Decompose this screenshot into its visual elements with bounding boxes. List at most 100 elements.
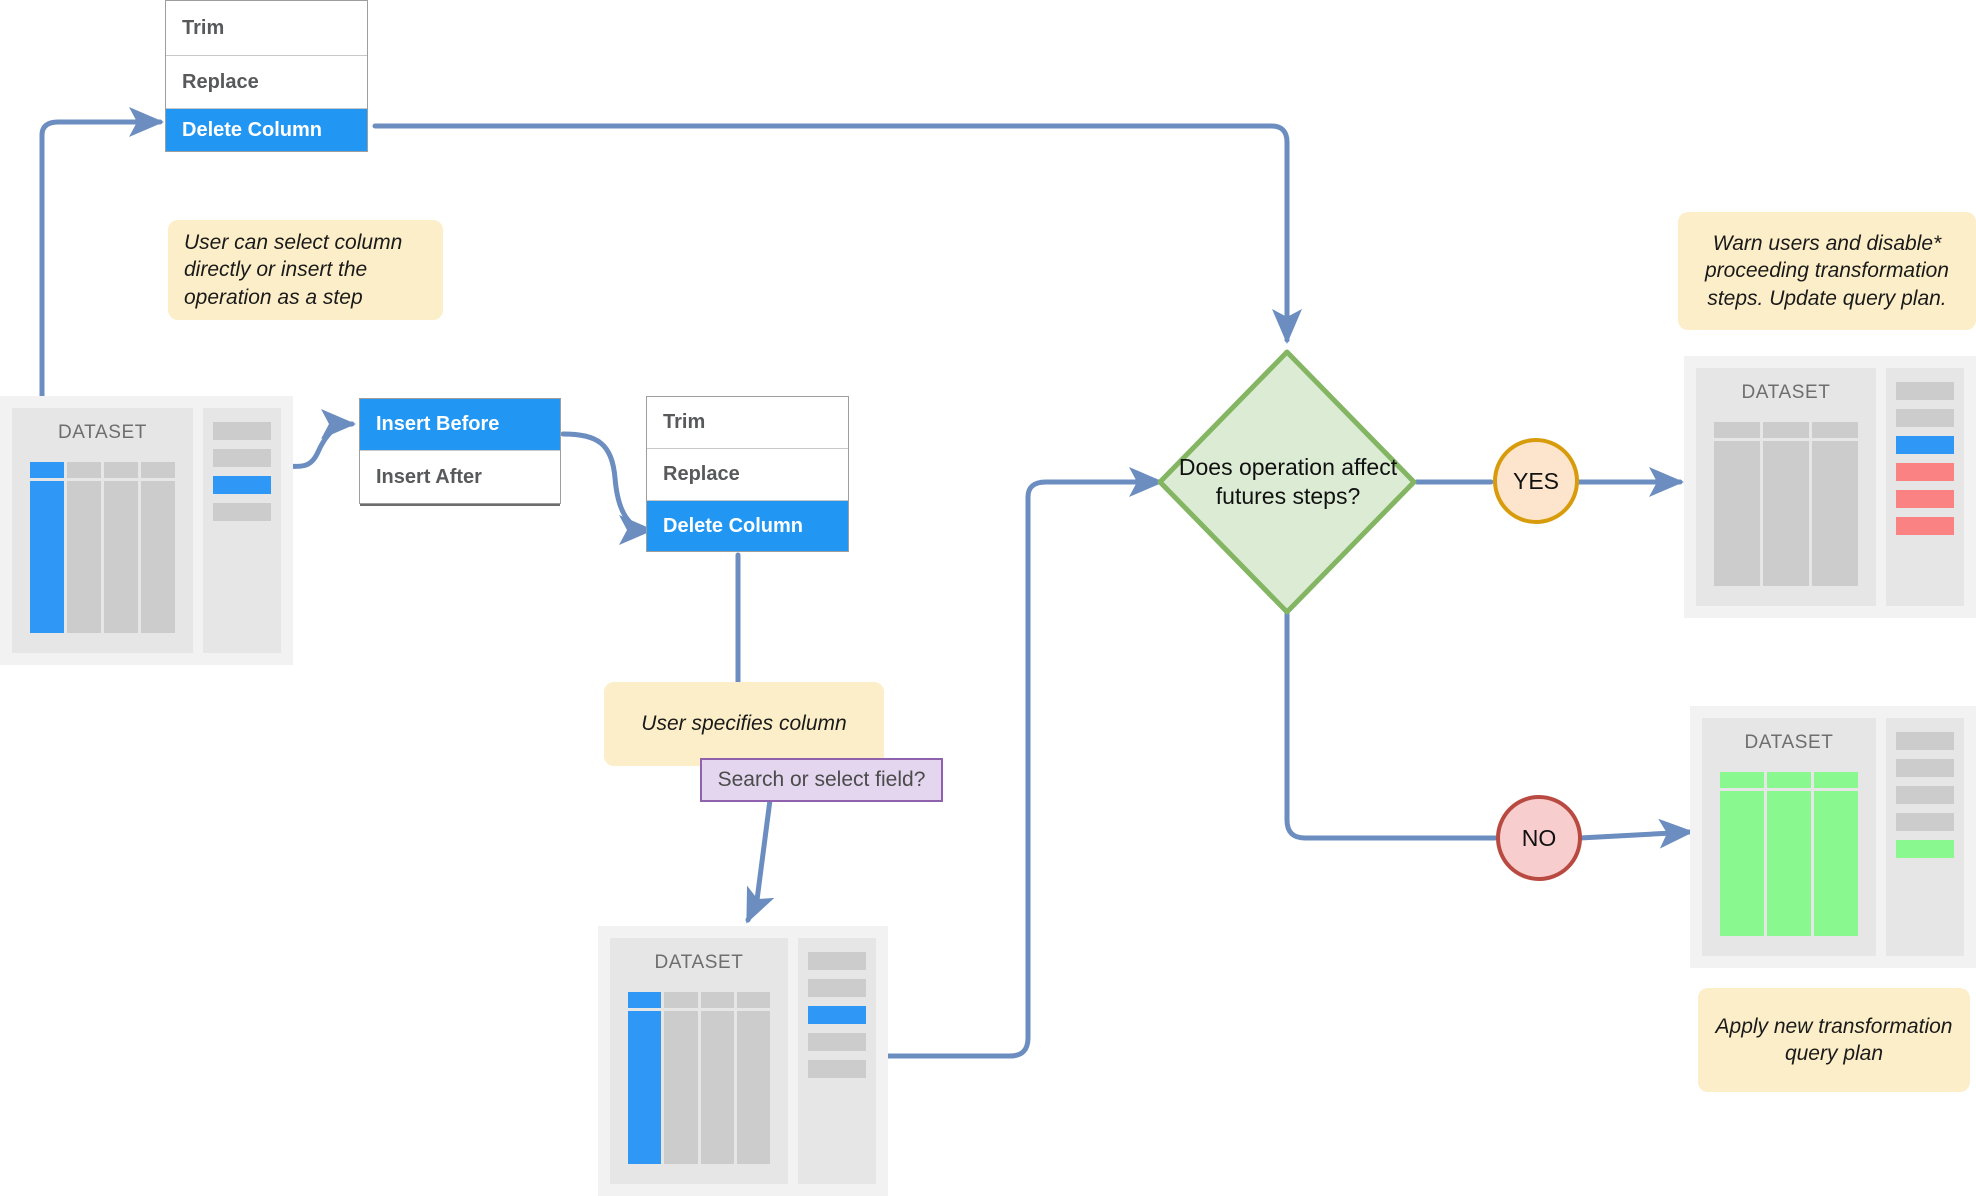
menu-insert-position[interactable]: Insert Before Insert After bbox=[359, 398, 561, 504]
search-or-select-field-box[interactable]: Search or select field? bbox=[700, 758, 943, 802]
menu-item-insert-before[interactable]: Insert Before bbox=[360, 399, 560, 451]
column-header bbox=[1812, 422, 1858, 438]
menu-item-trim[interactable]: Trim bbox=[647, 397, 848, 449]
column-body bbox=[1767, 791, 1811, 936]
menu-item-label: Replace bbox=[182, 71, 259, 94]
menu-item-insert-after[interactable]: Insert After bbox=[360, 451, 560, 503]
dataset-table: DATASET bbox=[610, 938, 788, 1184]
menu-item-label: Replace bbox=[663, 463, 740, 486]
menu-item-replace[interactable]: Replace bbox=[647, 449, 848, 501]
dataset-column[interactable] bbox=[1812, 422, 1858, 586]
note-text: User can select column directly or inser… bbox=[184, 229, 427, 311]
decision-branch-no: NO bbox=[1496, 795, 1582, 881]
column-header bbox=[1720, 772, 1764, 788]
dataset-affected[interactable]: DATASET bbox=[1684, 356, 1976, 618]
column-header bbox=[737, 992, 770, 1008]
menu-item-label: Insert After bbox=[376, 466, 482, 489]
menu-item-delete-column[interactable]: Delete Column bbox=[647, 501, 848, 551]
column-body bbox=[664, 1011, 697, 1164]
note-select-or-insert: User can select column directly or inser… bbox=[168, 220, 443, 320]
dataset-title: DATASET bbox=[628, 952, 770, 974]
column-body bbox=[30, 481, 64, 633]
step-item[interactable] bbox=[1896, 759, 1954, 777]
dataset-specified[interactable]: DATASET bbox=[598, 926, 888, 1196]
step-item-selected[interactable] bbox=[808, 1006, 866, 1024]
steps-panel bbox=[1886, 368, 1964, 606]
dataset-column[interactable] bbox=[1714, 422, 1760, 586]
column-body bbox=[628, 1011, 661, 1164]
step-item[interactable] bbox=[1896, 813, 1954, 831]
dataset-column[interactable] bbox=[67, 462, 101, 633]
step-item[interactable] bbox=[808, 952, 866, 970]
step-item[interactable] bbox=[808, 1033, 866, 1051]
steps-panel bbox=[203, 408, 281, 653]
dataset-column-updated[interactable] bbox=[1767, 772, 1811, 936]
column-header bbox=[30, 462, 64, 478]
dataset-columns bbox=[1714, 422, 1858, 586]
dataset-column-updated[interactable] bbox=[1814, 772, 1858, 936]
column-body bbox=[67, 481, 101, 633]
column-body bbox=[737, 1011, 770, 1164]
dataset-column-updated[interactable] bbox=[1720, 772, 1764, 936]
menu-item-replace[interactable]: Replace bbox=[166, 56, 367, 109]
menu-item-label: Trim bbox=[182, 17, 224, 40]
decision-node: Does operation affect futures steps? bbox=[1160, 352, 1416, 612]
menu-item-delete-column[interactable]: Delete Column bbox=[166, 109, 367, 151]
dataset-column[interactable] bbox=[701, 992, 734, 1164]
menu-item-trim[interactable]: Trim bbox=[166, 1, 367, 56]
column-header bbox=[1814, 772, 1858, 788]
step-item[interactable] bbox=[213, 422, 271, 440]
step-item[interactable] bbox=[213, 449, 271, 467]
column-body bbox=[1763, 441, 1809, 586]
dataset-column-selected[interactable] bbox=[628, 992, 661, 1164]
steps-panel bbox=[798, 938, 876, 1184]
column-header bbox=[67, 462, 101, 478]
field-prompt-label: Search or select field? bbox=[718, 768, 926, 792]
wire-delete-column-to-decision bbox=[375, 126, 1287, 340]
dataset-column-selected[interactable] bbox=[30, 462, 64, 633]
column-header bbox=[104, 462, 138, 478]
column-header bbox=[664, 992, 697, 1008]
step-item[interactable] bbox=[1896, 786, 1954, 804]
menu-item-label: Insert Before bbox=[376, 413, 499, 436]
step-item[interactable] bbox=[808, 979, 866, 997]
wire-insert-before-to-operations bbox=[563, 434, 650, 530]
step-item[interactable] bbox=[213, 503, 271, 521]
dataset-column[interactable] bbox=[104, 462, 138, 633]
column-body bbox=[1714, 441, 1760, 586]
column-body bbox=[104, 481, 138, 633]
dataset-column[interactable] bbox=[141, 462, 175, 633]
dataset-table: DATASET bbox=[1702, 718, 1876, 956]
step-item-selected[interactable] bbox=[213, 476, 271, 494]
note-apply-plan: Apply new transformation query plan bbox=[1698, 988, 1970, 1092]
step-item-disabled[interactable] bbox=[1896, 463, 1954, 481]
decision-branch-yes: YES bbox=[1493, 438, 1579, 524]
menu-step-operations[interactable]: Trim Replace Delete Column bbox=[646, 396, 849, 552]
step-item[interactable] bbox=[808, 1060, 866, 1078]
step-item-current[interactable] bbox=[1896, 436, 1954, 454]
step-item[interactable] bbox=[1896, 409, 1954, 427]
dataset-column[interactable] bbox=[737, 992, 770, 1164]
dataset-column[interactable] bbox=[1763, 422, 1809, 586]
column-body bbox=[1720, 791, 1764, 936]
step-item-disabled[interactable] bbox=[1896, 490, 1954, 508]
steps-panel bbox=[1886, 718, 1964, 956]
dataset-table: DATASET bbox=[12, 408, 193, 653]
wire-field-to-dataset bbox=[748, 800, 770, 920]
step-item[interactable] bbox=[1896, 382, 1954, 400]
column-body bbox=[701, 1011, 734, 1164]
step-item[interactable] bbox=[1896, 732, 1954, 750]
dataset-title: DATASET bbox=[1714, 382, 1858, 404]
column-header bbox=[1763, 422, 1809, 438]
step-item-disabled[interactable] bbox=[1896, 517, 1954, 535]
dataset-source[interactable]: DATASET bbox=[0, 396, 293, 665]
decision-question: Does operation affect futures steps? bbox=[1160, 352, 1416, 612]
column-header bbox=[1714, 422, 1760, 438]
step-item-new[interactable] bbox=[1896, 840, 1954, 858]
flowchart-canvas: Trim Replace Delete Column User can sele… bbox=[0, 0, 1976, 1196]
dataset-column[interactable] bbox=[664, 992, 697, 1164]
column-header bbox=[1767, 772, 1811, 788]
column-header bbox=[701, 992, 734, 1008]
dataset-unaffected[interactable]: DATASET bbox=[1690, 706, 1976, 968]
menu-top-operations[interactable]: Trim Replace Delete Column bbox=[165, 0, 368, 152]
